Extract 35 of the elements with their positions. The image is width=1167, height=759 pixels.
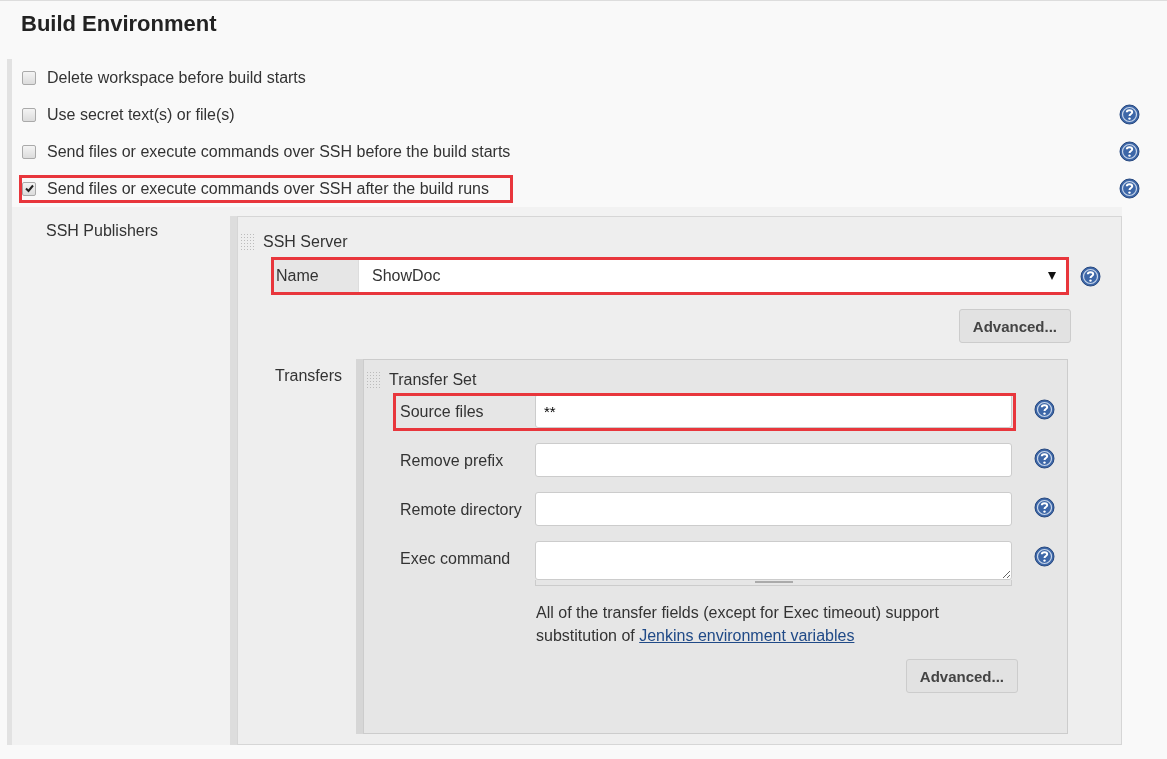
help-icon[interactable] [1119,178,1140,199]
text-field[interactable] [535,492,1012,526]
panel-title: Transfer Set [389,371,477,389]
option-label: Send files or execute commands over SSH before the build starts [47,142,511,161]
dropdown-caret-icon [1048,272,1056,280]
text-field[interactable]: ** [535,394,1012,428]
field-label: SSH Publishers [46,222,159,239]
help-icon[interactable] [1119,104,1140,125]
option-label: Delete workspace before build starts [47,68,306,87]
option-label: Use secret text(s) or file(s) [47,105,235,124]
name-select-field[interactable]: Name ShowDoc [271,257,1069,295]
checkbox[interactable] [22,70,36,85]
resize-handle[interactable] [535,580,1012,586]
field-label: Transfers [275,367,342,384]
option-label: Send files or execute commands over SSH after the build runs [47,179,489,198]
panel-title: SSH Server [263,233,348,251]
help-icon[interactable] [1119,141,1140,162]
jenkins-variables-link[interactable]: Jenkins environment variables [639,627,855,644]
field-label: Remove prefix [399,451,505,470]
section-title: Build Environment [20,10,218,38]
text-field[interactable] [535,443,1012,477]
help-icon[interactable] [1034,546,1055,567]
help-icon[interactable] [1034,399,1055,420]
field-label: Remote directory [399,500,523,519]
advanced-button[interactable]: Advanced... [958,309,1071,343]
help-icon[interactable] [1034,448,1055,469]
advanced-button[interactable]: Advanced... [905,659,1018,693]
checkbox[interactable] [22,144,36,159]
help-icon[interactable] [1034,497,1055,518]
checkbox[interactable] [22,181,36,196]
field-label: Exec command [399,549,512,568]
field-label: Source files [399,402,485,421]
help-text: All of the transfer fields (except for Exec timeout) support substitution of Jenkins environment variables [536,603,940,646]
checkbox[interactable] [22,107,36,122]
help-icon[interactable] [1080,265,1101,287]
